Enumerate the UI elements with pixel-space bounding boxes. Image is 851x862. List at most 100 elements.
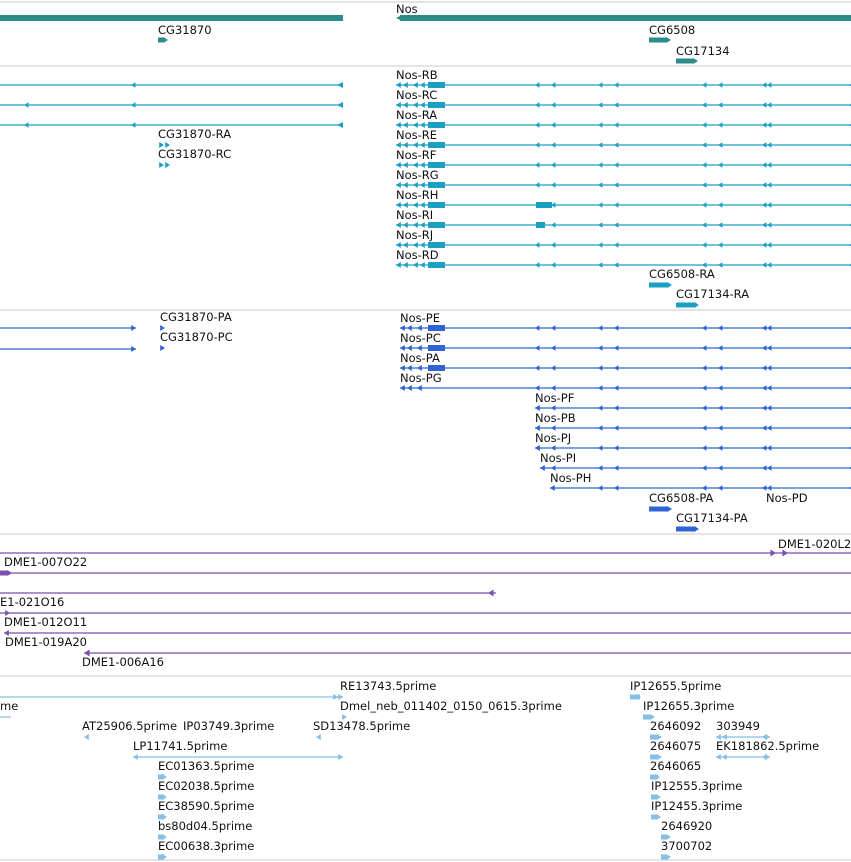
est-me[interactable]: me	[0, 699, 18, 718]
feature-label: 303949	[716, 719, 760, 733]
strand-arrow	[535, 182, 540, 188]
est-dmel-neb-011402-0150-0615-3prime[interactable]: Dmel_neb_011402_0150_0615.3prime	[340, 699, 562, 720]
protein-nos-ph[interactable]: Nos-PH	[550, 471, 851, 491]
feature-label: RE13743.5prime	[340, 679, 436, 693]
transcript-nos-ri[interactable]: Nos-RI	[396, 208, 851, 228]
protein-nos-pj[interactable]: Nos-PJ	[535, 431, 851, 451]
gene-nos[interactable]: Nos	[396, 2, 851, 21]
strand-arrow	[666, 854, 671, 860]
exon-block	[0, 15, 343, 21]
est-2646920[interactable]: 2646920	[661, 819, 712, 840]
est-sd13478-5prime[interactable]: SD13478.5prime	[313, 719, 410, 740]
strand-arrow	[702, 425, 707, 431]
protein-nos-pc[interactable]: Nos-PC	[400, 331, 851, 351]
strand-arrow	[413, 262, 418, 268]
protein-left-2[interactable]	[0, 346, 136, 352]
strand-arrow	[718, 405, 723, 411]
transcript-nos-re[interactable]: Nos-RE	[396, 128, 851, 148]
est-ek181862-5prime[interactable]: EK181862.5prime	[716, 739, 819, 760]
feature-label: 2646075	[650, 739, 701, 753]
clone-dme1-007o22[interactable]: DME1-007O22	[0, 555, 851, 576]
protein-cg31870-pa[interactable]: CG31870-PA	[160, 310, 232, 331]
transcript-cg17134-ra[interactable]: CG17134-RA	[676, 287, 749, 308]
est-ip03749-3prime[interactable]: IP03749.3prime	[183, 719, 274, 733]
strand-arrow	[762, 425, 767, 431]
transcript-cg31870-rc[interactable]: CG31870-RC	[158, 147, 231, 168]
transcript-nos-rd[interactable]: Nos-RD	[396, 248, 851, 268]
feature-label: Nos-PA	[400, 351, 440, 365]
strand-arrow	[614, 345, 619, 351]
feature-label: 3700702	[661, 839, 712, 853]
clone-dme1-006a16[interactable]: DME1-006A16	[82, 649, 851, 670]
gene-cg17134[interactable]: CG17134	[676, 44, 730, 64]
strand-arrow	[535, 102, 540, 108]
transcript-left-1[interactable]	[0, 82, 343, 88]
gene-cg6508[interactable]: CG6508	[649, 23, 695, 43]
clone-dme1-019a20[interactable]: DME1-019A20	[4, 630, 851, 649]
gene-bar-left[interactable]	[0, 15, 343, 21]
transcript-nos-rf[interactable]: Nos-RF	[396, 148, 851, 168]
est-2646065[interactable]: 2646065	[650, 759, 701, 780]
strand-arrow	[598, 102, 603, 108]
protein-nos-pb[interactable]: Nos-PB	[535, 411, 851, 431]
est-ec01363-5prime[interactable]: EC01363.5prime	[158, 759, 254, 780]
est-2646092[interactable]: 2646092	[650, 719, 701, 740]
est-2646075[interactable]: 2646075	[650, 739, 701, 760]
protein-nos-pi[interactable]: Nos-PI	[540, 451, 851, 471]
transcript-nos-rc[interactable]: Nos-RC	[396, 88, 851, 108]
protein-cg31870-pc[interactable]: CG31870-PC	[160, 330, 233, 351]
strand-arrow	[535, 242, 540, 248]
transcript-left-2[interactable]	[0, 102, 343, 108]
strand-arrow	[702, 345, 707, 351]
feature-label: CG31870-RA	[158, 127, 231, 141]
strand-arrow	[614, 122, 619, 128]
transcript-cg31870-ra[interactable]: CG31870-RA	[158, 127, 231, 148]
strand-arrow	[767, 262, 772, 268]
transcript-nos-rb[interactable]: Nos-RB	[396, 68, 851, 88]
strand-arrow	[762, 485, 767, 491]
strand-arrow	[718, 325, 723, 331]
strand-arrow	[551, 365, 556, 371]
protein-cg6508-pa[interactable]: CG6508-PA	[649, 491, 714, 512]
strand-arrow	[718, 102, 723, 108]
protein-nos-pf[interactable]: Nos-PF	[535, 391, 851, 411]
clone-e1-021o16[interactable]: E1-021O16	[0, 589, 496, 610]
strand-arrow	[702, 162, 707, 168]
est-ip12655-3prime[interactable]: IP12655.3prime	[643, 699, 734, 720]
strand-arrow	[551, 325, 556, 331]
transcript-cg6508-ra[interactable]: CG6508-RA	[649, 267, 715, 288]
protein-nos-pe[interactable]: Nos-PE	[400, 311, 851, 331]
est-ip12555-3prime[interactable]: IP12555.3prime	[651, 779, 742, 800]
protein-nos-pd[interactable]: Nos-PD	[766, 491, 808, 505]
est-3700702[interactable]: 3700702	[661, 839, 712, 860]
transcript-nos-ra[interactable]: Nos-RA	[396, 108, 851, 128]
est-ip12455-3prime[interactable]: IP12455.3prime	[651, 799, 742, 820]
gene-cg31870[interactable]: CG31870	[158, 23, 212, 43]
transcript-nos-rg[interactable]: Nos-RG	[396, 168, 851, 188]
clone-dme1-012o11[interactable]: DME1-012O11	[0, 610, 851, 629]
strand-arrow	[718, 465, 723, 471]
est-at25906-5prime[interactable]: AT25906.5prime	[82, 719, 177, 740]
est-re13743-5prime[interactable]: RE13743.5prime	[0, 679, 436, 700]
transcript-nos-rj[interactable]: Nos-RJ	[396, 228, 851, 248]
strand-arrow	[7, 570, 12, 576]
est-ec38590-5prime[interactable]: EC38590.5prime	[158, 799, 254, 820]
protein-nos-pg[interactable]: Nos-PG	[400, 371, 851, 391]
est-ip12655-5prime[interactable]: IP12655.5prime	[630, 679, 721, 700]
genome-browser-canvas: Nos CG31870 CG6508 CG17134 Nos-RB Nos-RC Nos-R…	[0, 1, 851, 861]
est-303949[interactable]: 303949	[716, 719, 770, 740]
est-ec00638-3prime[interactable]: EC00638.3prime	[158, 839, 254, 860]
transcript-nos-rh[interactable]: Nos-RH	[396, 188, 851, 208]
est-ec02038-5prime[interactable]: EC02038.5prime	[158, 779, 254, 800]
strand-arrow	[159, 162, 164, 168]
strand-arrow	[762, 365, 767, 371]
strand-arrow	[718, 425, 723, 431]
protein-cg17134-pa[interactable]: CG17134-PA	[676, 511, 748, 532]
est-bs80d04-5prime[interactable]: bs80d04.5prime	[158, 819, 252, 840]
feature-label: Nos-RH	[396, 188, 438, 202]
est-lp11741-5prime[interactable]: LP11741.5prime	[133, 739, 343, 760]
protein-left-1[interactable]	[0, 325, 136, 331]
protein-nos-pa[interactable]: Nos-PA	[400, 351, 851, 371]
exon-block	[158, 37, 164, 43]
clone-dme1-020l2[interactable]: DME1-020L2	[0, 537, 851, 557]
